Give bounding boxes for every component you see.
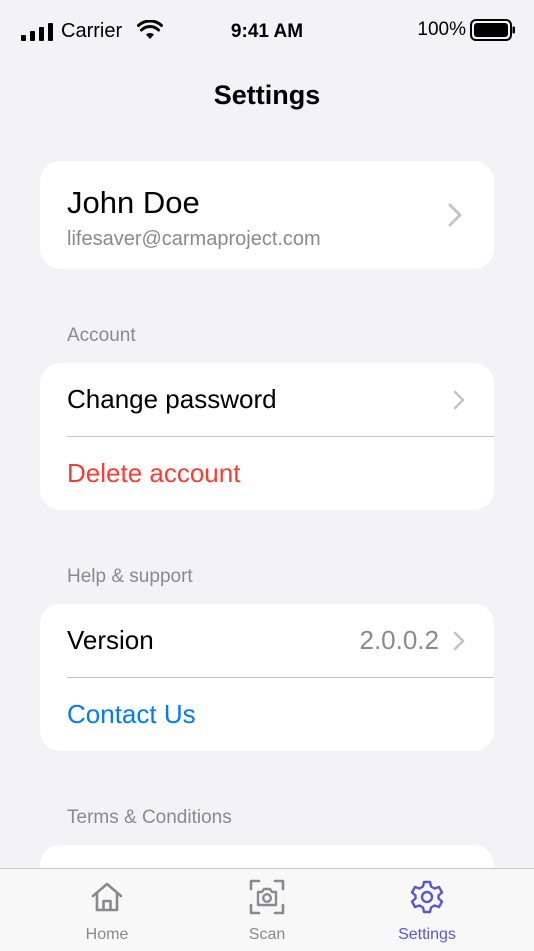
version-value: 2.0.0.2 — [359, 625, 439, 655]
home-icon — [91, 882, 123, 912]
account-card: Change password Delete account — [40, 363, 494, 510]
chevron-right-icon — [453, 631, 467, 655]
page-title: Settings — [213, 80, 321, 110]
tab-label-home: Home — [85, 926, 129, 943]
version-row[interactable]: Version 2.0.0.2 — [40, 604, 494, 677]
change-password-row[interactable]: Change password — [40, 363, 494, 436]
delete-account-row[interactable]: Delete account — [40, 437, 494, 510]
profile-email: lifesaver@carmaproject.com — [67, 228, 321, 250]
battery-percentage: 100% — [417, 19, 466, 40]
tab-bar: Home Scan Settings — [0, 868, 534, 951]
contact-us-link: Contact Us — [67, 699, 196, 729]
scan-icon — [249, 879, 285, 915]
section-header-help: Help & support — [67, 566, 193, 587]
change-password-label: Change password — [67, 384, 277, 414]
battery-icon — [470, 19, 515, 41]
profile-name: John Doe — [67, 185, 200, 220]
section-header-account: Account — [67, 325, 136, 346]
chevron-right-icon — [448, 203, 462, 227]
help-card: Version 2.0.0.2 Contact Us — [40, 604, 494, 751]
delete-account-label: Delete account — [67, 458, 241, 488]
tab-label-settings: Settings — [398, 926, 456, 943]
version-label: Version — [67, 625, 154, 655]
profile-card[interactable]: John Doe lifesaver@carmaproject.com — [40, 161, 494, 269]
status-bar: Carrier 9:41 AM 100% — [0, 0, 534, 62]
gear-icon — [410, 880, 444, 914]
chevron-right-icon — [453, 390, 467, 414]
section-header-terms: Terms & Conditions — [67, 807, 232, 828]
tab-label-scan: Scan — [248, 926, 286, 943]
tab-home[interactable]: Home — [27, 869, 187, 951]
contact-us-row[interactable]: Contact Us — [40, 678, 494, 751]
tab-scan[interactable]: Scan — [187, 869, 347, 951]
tab-settings[interactable]: Settings — [347, 869, 507, 951]
